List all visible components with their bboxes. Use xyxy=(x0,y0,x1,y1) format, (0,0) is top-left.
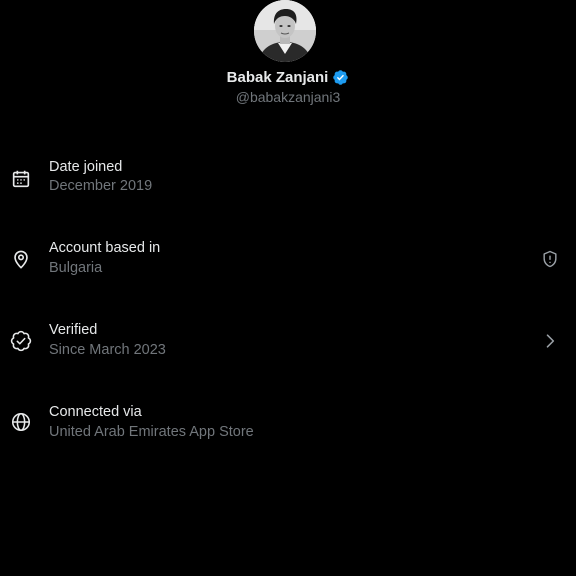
avatar-photo xyxy=(254,0,316,62)
date-joined-value: December 2019 xyxy=(49,178,153,194)
date-joined-row: Date joined December 2019 xyxy=(0,156,576,216)
verified-badge-icon[interactable] xyxy=(332,69,349,86)
verified-label: Verified xyxy=(49,322,98,338)
name-row: Babak Zanjani xyxy=(0,66,576,88)
profile-header: Babak Zanjani @babakzanjani3 xyxy=(0,0,576,110)
date-joined-label: Date joined xyxy=(49,159,123,175)
account-based-in-row: Account based in Bulgaria xyxy=(0,237,576,297)
calendar-icon xyxy=(10,168,32,190)
verified-value: Since March 2023 xyxy=(49,342,166,358)
connected-via-row: Connected via United Arab Emirates App S… xyxy=(0,401,576,461)
avatar[interactable] xyxy=(254,0,316,62)
connected-via-label: Connected via xyxy=(49,404,142,420)
chevron-right-icon[interactable] xyxy=(540,331,560,351)
globe-icon xyxy=(10,411,32,433)
connected-via-value: United Arab Emirates App Store xyxy=(49,424,254,440)
username-handle: @babakzanjani3 xyxy=(235,89,341,105)
location-pin-icon xyxy=(10,248,32,270)
account-based-in-label: Account based in xyxy=(49,240,161,256)
shield-alert-icon[interactable] xyxy=(540,249,560,269)
verified-check-icon xyxy=(10,330,32,352)
display-name: Babak Zanjani xyxy=(226,68,329,86)
verified-row[interactable]: Verified Since March 2023 xyxy=(0,319,576,379)
account-based-in-value: Bulgaria xyxy=(49,260,103,276)
